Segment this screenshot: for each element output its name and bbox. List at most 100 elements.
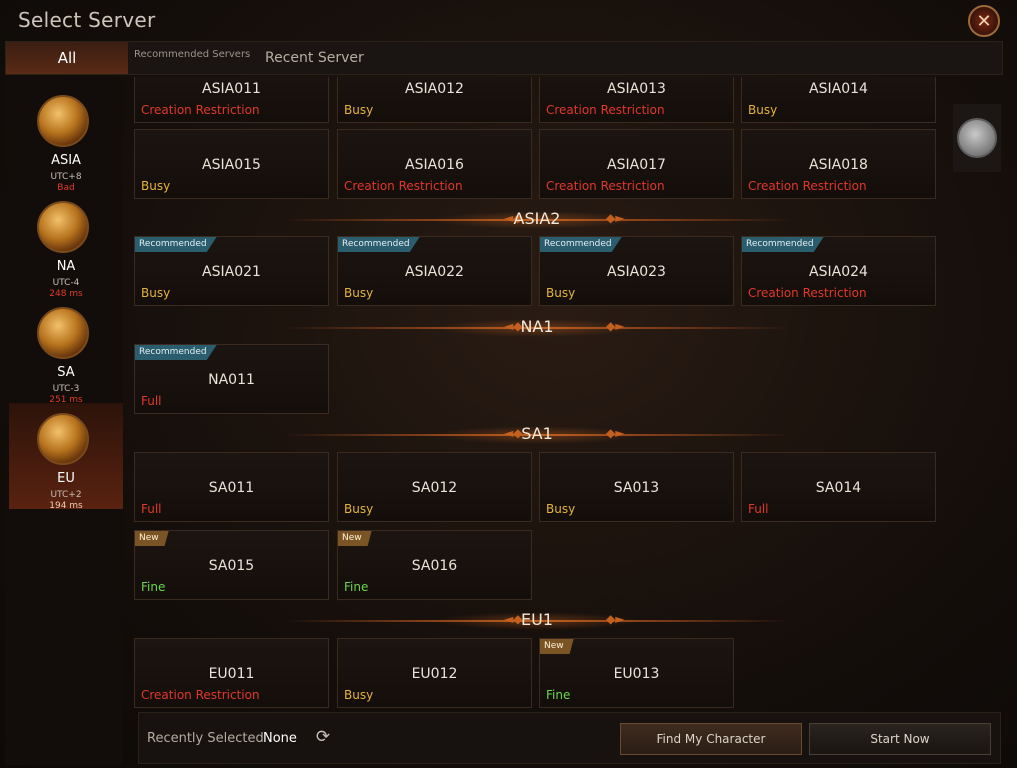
server-name: ASIA013 (607, 81, 666, 97)
server-card[interactable]: Recommended ASIA024 Creation Restriction (741, 236, 936, 306)
scroll-handle[interactable] (953, 104, 1001, 172)
region-ping: 194 ms (49, 501, 83, 511)
server-card[interactable]: SA011 Full (134, 452, 329, 522)
server-card[interactable]: EU011 Creation Restriction (134, 638, 329, 708)
server-name: ASIA021 (202, 264, 261, 280)
server-card[interactable]: EU012 Busy (337, 638, 532, 708)
region-name: SA (57, 365, 75, 380)
region-sidebar: ASIA UTC+8 Bad NA UTC-4 248 ms SA UTC-3 … (5, 77, 123, 765)
new-badge: New (338, 531, 372, 546)
server-name: SA012 (411, 480, 458, 496)
close-icon: ✕ (976, 10, 992, 32)
region-eu[interactable]: EU UTC+2 194 ms (9, 403, 123, 511)
group-divider-asia2: ◄◆ ◆► ASIA2 (134, 208, 940, 232)
tab-recommended-servers[interactable]: Recommended Servers (134, 49, 250, 60)
globe-icon (37, 413, 89, 465)
tab-recent-server[interactable]: Recent Server (265, 50, 364, 66)
server-status: Busy (344, 502, 374, 516)
server-card[interactable]: New SA015 Fine (134, 530, 329, 600)
server-card[interactable]: ASIA013 Creation Restriction (539, 77, 734, 123)
server-name: SA016 (411, 558, 458, 574)
region-asia[interactable]: ASIA UTC+8 Bad (9, 85, 123, 193)
group-label: SA1 (521, 424, 553, 443)
region-utc: UTC-4 (52, 278, 80, 288)
server-status: Creation Restriction (748, 286, 867, 300)
recently-selected-label: Recently Selected (147, 731, 264, 746)
region-utc: UTC+8 (50, 172, 82, 182)
refresh-icon[interactable]: ⟳ (313, 727, 333, 747)
server-status: Busy (344, 103, 374, 117)
region-utc: UTC-3 (52, 384, 80, 394)
start-now-button[interactable]: Start Now (809, 723, 991, 755)
server-status: Busy (141, 179, 171, 193)
server-card[interactable]: ASIA016 Creation Restriction (337, 129, 532, 199)
server-status: Fine (546, 688, 571, 702)
server-name: ASIA012 (405, 81, 464, 97)
server-status: Busy (344, 688, 374, 702)
server-name: ASIA024 (809, 264, 868, 280)
server-card[interactable]: Recommended ASIA021 Busy (134, 236, 329, 306)
server-status: Busy (546, 286, 576, 300)
group-label: ASIA2 (513, 209, 561, 228)
region-sa[interactable]: SA UTC-3 251 ms (9, 297, 123, 405)
globe-icon (37, 201, 89, 253)
server-card[interactable]: SA012 Busy (337, 452, 532, 522)
server-card[interactable]: Recommended ASIA022 Busy (337, 236, 532, 306)
server-card[interactable]: New SA016 Fine (337, 530, 532, 600)
server-name: EU013 (613, 666, 660, 682)
server-card[interactable]: Recommended NA011 Full (134, 344, 329, 414)
server-status: Full (141, 502, 162, 516)
server-name: ASIA022 (405, 264, 464, 280)
server-status: Busy (546, 502, 576, 516)
group-divider-sa1: ◄◆ ◆► SA1 (134, 423, 940, 447)
server-name: SA014 (815, 480, 862, 496)
server-tabs: All Recommended Servers Recent Server (5, 41, 1003, 75)
new-badge: New (540, 639, 574, 654)
server-name: NA011 (208, 372, 255, 388)
server-card[interactable]: SA013 Busy (539, 452, 734, 522)
tab-all[interactable]: All (6, 42, 128, 74)
server-card[interactable]: ASIA017 Creation Restriction (539, 129, 734, 199)
group-label: NA1 (520, 317, 554, 336)
server-card[interactable]: SA014 Full (741, 452, 936, 522)
server-name: SA011 (208, 480, 255, 496)
server-card[interactable]: ASIA012 Busy (337, 77, 532, 123)
server-status: Creation Restriction (141, 688, 260, 702)
scroll-knob-icon (957, 118, 997, 158)
recently-selected-value: None (263, 731, 297, 746)
server-card[interactable]: New EU013 Fine (539, 638, 734, 708)
server-status: Creation Restriction (344, 179, 463, 193)
server-name: ASIA018 (809, 157, 868, 173)
new-badge: New (135, 531, 169, 546)
find-my-character-button[interactable]: Find My Character (620, 723, 802, 755)
server-name: EU012 (411, 666, 458, 682)
server-name: ASIA011 (202, 81, 261, 97)
server-card[interactable]: Recommended ASIA023 Busy (539, 236, 734, 306)
server-status: Full (141, 394, 162, 408)
server-name: ASIA017 (607, 157, 666, 173)
region-name: ASIA (51, 153, 81, 168)
footer-bar: Recently Selected None ⟳ Find My Charact… (138, 712, 1001, 764)
server-name: ASIA016 (405, 157, 464, 173)
close-button[interactable]: ✕ (968, 5, 1000, 37)
server-status: Creation Restriction (546, 103, 665, 117)
server-name: EU011 (208, 666, 255, 682)
server-list[interactable]: ASIA011 Creation Restriction ASIA012 Bus… (128, 77, 946, 710)
region-name: NA (56, 259, 76, 274)
server-status: Fine (141, 580, 166, 594)
server-status: Full (748, 502, 769, 516)
region-na[interactable]: NA UTC-4 248 ms (9, 191, 123, 299)
server-name: SA015 (208, 558, 255, 574)
group-divider-eu1: ◄◆ ◆► EU1 (134, 609, 940, 633)
server-card[interactable]: ASIA018 Creation Restriction (741, 129, 936, 199)
recommended-badge: Recommended (135, 237, 217, 252)
server-status: Busy (141, 286, 171, 300)
server-card[interactable]: ASIA014 Busy (741, 77, 936, 123)
recommended-badge: Recommended (540, 237, 622, 252)
region-name: EU (57, 471, 75, 486)
server-card[interactable]: ASIA011 Creation Restriction (134, 77, 329, 123)
page-title: Select Server (18, 8, 156, 32)
server-status: Fine (344, 580, 369, 594)
server-card[interactable]: ASIA015 Busy (134, 129, 329, 199)
server-status: Creation Restriction (141, 103, 260, 117)
